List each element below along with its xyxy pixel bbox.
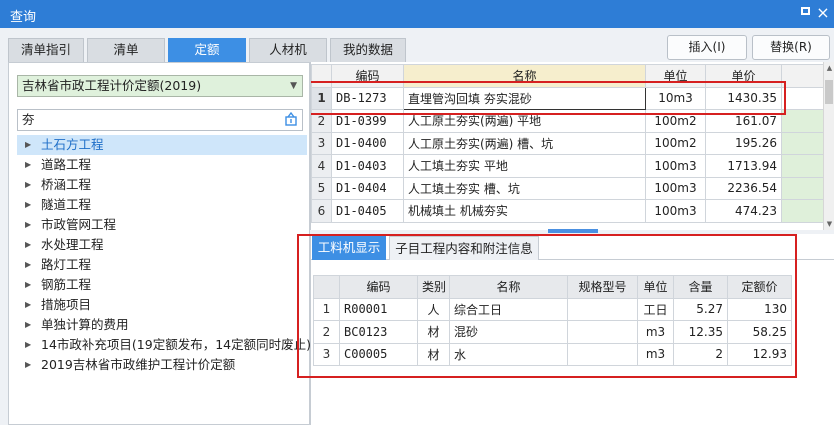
resource-table: 编码 类别 名称 规格型号 单位 含量 定额价 1 R00001 人 综合工日 …	[313, 275, 792, 366]
quota-tree-panel: 吉林省市政工程计价定额(2019) ▼ 夯 ▶ 土石方工程 ▶ 道路工程 ▶ 桥涵工程…	[8, 62, 311, 425]
tab-quota[interactable]: 定额	[168, 38, 246, 62]
col-header-spec[interactable]: 规格型号	[567, 275, 638, 299]
table-row[interactable]: 2 BC0123 材 混砂 m3 12.35 58.25	[313, 320, 792, 344]
scroll-down-icon[interactable]: ▼	[824, 220, 834, 228]
col-header-unit[interactable]: 单位	[637, 275, 674, 299]
table-row[interactable]: 1 DB-1273 直埋管沟回填 夯实混砂 10m3 1430.35	[311, 86, 824, 110]
scrollbar-thumb[interactable]	[825, 80, 833, 104]
table-row[interactable]: 3 D1-0400 人工原土夯实(两遍) 槽、坑 100m2 195.26	[311, 131, 824, 155]
table-row[interactable]: 5 D1-0404 人工填土夯实 槽、坑 100m3 2236.54	[311, 176, 824, 200]
tree-item-road[interactable]: ▶ 道路工程	[17, 155, 307, 175]
tab-my-data[interactable]: 我的数据	[330, 38, 406, 62]
col-header-code[interactable]: 编码	[339, 275, 418, 299]
table-header: 编码 类别 名称 规格型号 单位 含量 定额价	[313, 275, 792, 299]
col-header-unit[interactable]: 单位	[645, 64, 706, 88]
chevron-down-icon: ▼	[290, 81, 297, 91]
col-header-qty[interactable]: 含量	[673, 275, 728, 299]
maximize-button[interactable]	[796, 4, 814, 22]
search-input-value: 夯	[22, 112, 35, 127]
col-header-name[interactable]: 名称	[403, 64, 646, 88]
expand-icon[interactable]: ▶	[25, 355, 31, 375]
detail-tabs: 工料机显示 子目工程内容和附注信息	[311, 236, 834, 260]
tree-item-pipe-network[interactable]: ▶ 市政管网工程	[17, 215, 307, 235]
col-header-price[interactable]: 单价	[705, 64, 782, 88]
expand-icon[interactable]: ▶	[25, 215, 31, 235]
search-input[interactable]: 夯	[17, 109, 303, 131]
maximize-icon	[800, 7, 810, 15]
quota-table: 编码 名称 单位 单价 1 DB-1273 直埋管沟回填 夯实混砂 10m3 1…	[311, 64, 824, 223]
tree-item-earthwork[interactable]: ▶ 土石方工程	[17, 135, 307, 155]
tree-item-tunnel[interactable]: ▶ 隧道工程	[17, 195, 307, 215]
detail-panel: 工料机显示 子目工程内容和附注信息 编码 类别 名称 规格型号 单位 含量 定额…	[297, 234, 834, 425]
vertical-scrollbar[interactable]: ▲ ▼	[823, 62, 834, 230]
expand-icon[interactable]: ▶	[25, 335, 31, 355]
table-header: 编码 名称 单位 单价	[311, 64, 824, 88]
title-bar: 查询 ×	[0, 0, 834, 28]
table-row[interactable]: 3 C00005 材 水 m3 2 12.93	[313, 342, 792, 366]
quota-tree: ▶ 土石方工程 ▶ 道路工程 ▶ 桥涵工程 ▶ 隧道工程 ▶ 市政管网工程 ▶ 水处理工程 …	[17, 135, 311, 375]
expand-icon[interactable]: ▶	[25, 155, 31, 175]
window-title: 查询	[10, 10, 37, 25]
replace-button[interactable]: 替换(R)	[752, 35, 830, 60]
tab-labor-material-machine[interactable]: 人材机	[249, 38, 327, 62]
expand-icon[interactable]: ▶	[25, 135, 31, 155]
col-header-name[interactable]: 名称	[449, 275, 568, 299]
quota-library-value: 吉林省市政工程计价定额(2019)	[22, 78, 202, 93]
panel-splitter[interactable]	[548, 229, 598, 233]
tree-item-street-light[interactable]: ▶ 路灯工程	[17, 255, 307, 275]
table-row[interactable]: 4 D1-0403 人工填土夯实 平地 100m3 1713.94	[311, 154, 824, 178]
quota-library-select[interactable]: 吉林省市政工程计价定额(2019) ▼	[17, 75, 303, 97]
tab-work-content-notes[interactable]: 子目工程内容和附注信息	[389, 236, 539, 260]
filter-search-icon[interactable]	[284, 112, 298, 126]
tab-bill-guide[interactable]: 清单指引	[8, 38, 84, 62]
quota-list-panel: 编码 名称 单位 单价 1 DB-1273 直埋管沟回填 夯实混砂 10m3 1…	[310, 62, 834, 230]
tree-item-rebar[interactable]: ▶ 钢筋工程	[17, 275, 307, 295]
tree-item-supplement-14[interactable]: ▶ 14市政补充项目(19定额发布，14定额同时废止)	[17, 335, 311, 355]
expand-icon[interactable]: ▶	[25, 255, 31, 275]
tree-item-maintenance-2019[interactable]: ▶ 2019吉林省市政维护工程计价定额	[17, 355, 307, 375]
tab-resource-display[interactable]: 工料机显示	[312, 236, 386, 260]
table-row[interactable]: 2 D1-0399 人工原土夯实(两遍) 平地 100m2 161.07	[311, 109, 824, 133]
tree-item-bridge[interactable]: ▶ 桥涵工程	[17, 175, 307, 195]
expand-icon[interactable]: ▶	[25, 295, 31, 315]
col-header-type[interactable]: 类别	[417, 275, 450, 299]
table-row[interactable]: 6 D1-0405 机械填土 机械夯实 100m3 474.23	[311, 199, 824, 223]
table-row[interactable]: 1 R00001 人 综合工日 工日 5.27 130	[313, 297, 792, 321]
tree-item-measures[interactable]: ▶ 措施项目	[17, 295, 307, 315]
scroll-up-icon[interactable]: ▲	[824, 64, 834, 72]
col-header-code[interactable]: 编码	[331, 64, 404, 88]
expand-icon[interactable]: ▶	[25, 175, 31, 195]
expand-icon[interactable]: ▶	[25, 235, 31, 255]
expand-icon[interactable]: ▶	[25, 275, 31, 295]
insert-button[interactable]: 插入(I)	[667, 35, 747, 60]
close-button[interactable]: ×	[814, 4, 832, 22]
tab-bill[interactable]: 清单	[87, 38, 165, 62]
tree-item-separate-costs[interactable]: ▶ 单独计算的费用	[17, 315, 307, 335]
expand-icon[interactable]: ▶	[25, 315, 31, 335]
expand-icon[interactable]: ▶	[25, 195, 31, 215]
col-header-price[interactable]: 定额价	[727, 275, 792, 299]
tree-item-water-treatment[interactable]: ▶ 水处理工程	[17, 235, 307, 255]
